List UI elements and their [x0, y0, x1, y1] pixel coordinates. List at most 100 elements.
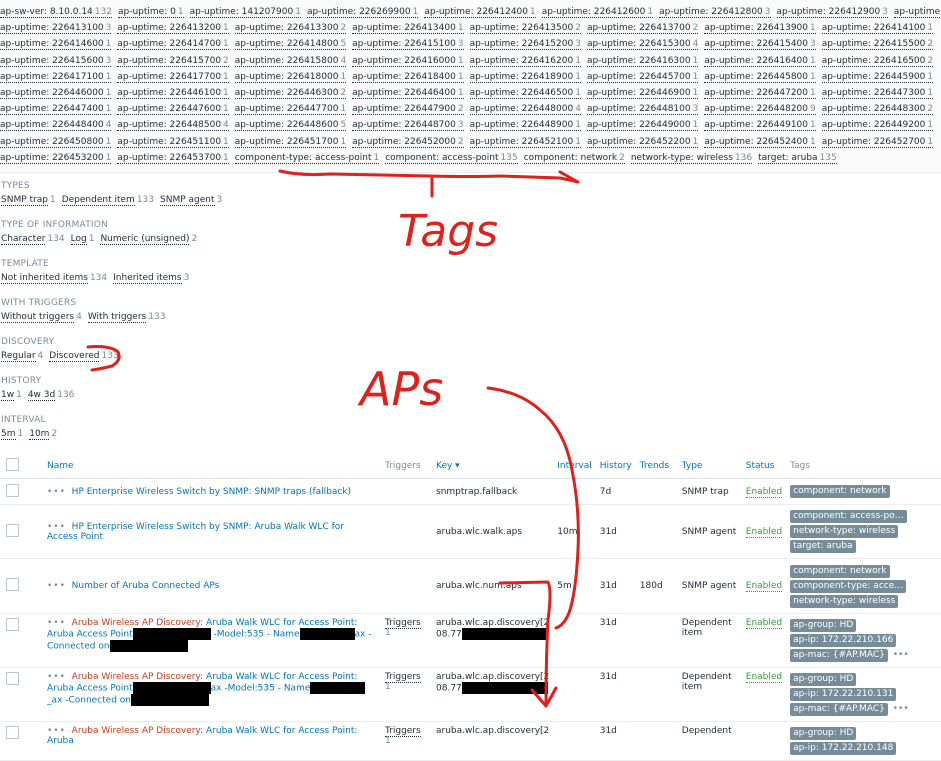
tag-badge[interactable]: network-type: wireless — [790, 594, 899, 608]
filter-option-label[interactable]: Character — [1, 233, 46, 245]
more-tags-icon[interactable]: ••• — [893, 650, 909, 660]
tag-filter-link[interactable]: ap-uptime: 226415300 4 — [586, 39, 699, 51]
filter-option[interactable]: SNMP agent 3 — [160, 194, 222, 206]
tag-filter-link[interactable]: ap-uptime: 226415800 4 — [234, 55, 347, 67]
row-checkbox[interactable] — [6, 523, 19, 537]
filter-option[interactable]: Not inherited items 134 — [1, 272, 107, 284]
tag-filter-link[interactable]: ap-uptime: 226448100 3 — [586, 104, 699, 116]
tag-filter-link[interactable]: ap-uptime: 226447200 1 — [704, 87, 816, 99]
tag-badge[interactable]: component: network — [790, 485, 890, 498]
tag-filter-link[interactable]: ap-uptime: 226414600 1 — [0, 39, 112, 51]
more-actions-icon[interactable]: ••• — [47, 726, 66, 736]
tag-filter-link[interactable]: ap-uptime: 226450800 1 — [0, 136, 112, 148]
column-trends[interactable]: Trends — [635, 454, 678, 479]
item-name-link[interactable]: Aruba Walk WLC for Access Point: — [206, 618, 357, 628]
tag-filter-link[interactable]: ap-uptime: 226446300 2 — [234, 87, 347, 99]
tag-filter-link[interactable]: ap-uptime: 226418900 1 — [469, 71, 581, 83]
tag-filter-link[interactable]: ap-uptime: 226452700 1 — [821, 136, 934, 148]
item-parent-link[interactable]: HP Enterprise Wireless Switch by SNMP: — [72, 522, 252, 532]
filter-option[interactable]: Dependent item 133 — [61, 194, 154, 206]
tag-filter-link[interactable]: ap-uptime: 226449200 1 — [821, 120, 934, 132]
tag-filter-link[interactable]: component-type: access-point 1 — [234, 152, 380, 164]
more-tags-icon[interactable]: ••• — [893, 704, 909, 714]
filter-option-label[interactable]: Inherited items — [113, 272, 182, 284]
filter-option-label[interactable]: Dependent item — [61, 194, 135, 206]
tag-filter-link[interactable]: ap-uptime: 226445900 1 — [821, 71, 934, 83]
tag-filter-link[interactable]: ap-uptime: 226446100 1 — [117, 87, 229, 99]
tag-filter-link[interactable]: ap-uptime: 226448600 5 — [234, 120, 347, 132]
tag-badge[interactable]: ap-ip: 172.22.210.131 — [790, 688, 897, 701]
row-checkbox[interactable] — [6, 726, 19, 739]
status-toggle[interactable]: Enabled — [745, 486, 783, 498]
filter-option-label[interactable]: 5m — [1, 428, 16, 440]
more-actions-icon[interactable]: ••• — [47, 672, 66, 682]
select-all-checkbox[interactable] — [6, 458, 19, 471]
row-select-cell[interactable] — [0, 504, 43, 559]
tag-filter-link[interactable]: ap-uptime: 226413400 1 — [352, 23, 464, 35]
tag-badge[interactable]: ap-ip: 172.22.210.148 — [790, 742, 897, 755]
tag-filter-link[interactable]: ap-uptime: 226416000 1 — [352, 55, 464, 67]
tag-filter-link[interactable]: ap-uptime: 01 — [117, 7, 184, 18]
tag-badge[interactable]: target: aruba — [790, 540, 856, 553]
filter-option[interactable]: Discovered 133 — [49, 350, 119, 362]
row-select-cell[interactable] — [0, 613, 43, 668]
filter-option-label[interactable]: With triggers — [87, 311, 147, 323]
more-actions-icon[interactable]: ••• — [47, 522, 66, 532]
tag-filter-link[interactable]: ap-uptime: 226447300 1 — [821, 87, 934, 99]
filter-option[interactable]: Numeric (unsigned) 2 — [100, 233, 197, 245]
status-toggle[interactable]: Enabled — [745, 526, 783, 538]
column-type[interactable]: Type — [677, 454, 742, 479]
row-select-cell[interactable] — [0, 667, 43, 722]
tag-filter-link[interactable]: ap-uptime: 226413100 3 — [0, 23, 112, 35]
tag-badge[interactable]: ap-mac: {#AP.MAC} — [790, 649, 888, 662]
tag-filter-link[interactable]: ap-uptime: 226452200 1 — [586, 136, 699, 148]
row-select-cell[interactable] — [0, 478, 43, 505]
tag-filter-link[interactable]: ap-uptime: 226415400 3 — [704, 39, 816, 51]
item-name-link[interactable]: Aruba Walk WLC for Access Point: — [206, 672, 357, 682]
filter-option-label[interactable]: Not inherited items — [1, 272, 88, 284]
tag-filter-link[interactable]: ap-sw-ver: 8.10.0.14 132 — [0, 7, 112, 18]
tag-filter-link[interactable]: ap-uptime: 226415100 3 — [352, 39, 464, 51]
tag-filter-link[interactable]: ap-uptime: 226417100 1 — [0, 71, 112, 83]
status-toggle[interactable]: Enabled — [745, 581, 783, 592]
tag-filter-link[interactable]: ap-uptime: 226414800 5 — [234, 39, 347, 51]
tag-filter-link[interactable]: ap-uptime: 226448500 4 — [117, 120, 229, 132]
item-parent-link[interactable]: Aruba Wireless AP Discovery: — [72, 672, 203, 682]
filter-option[interactable]: 10m 2 — [29, 428, 57, 440]
filter-option[interactable]: Character 134 — [1, 233, 65, 245]
filter-option[interactable]: Inherited items 3 — [113, 272, 189, 284]
tag-filter-link[interactable]: ap-uptime: 226452000 2 — [352, 136, 464, 148]
tag-filter-link[interactable]: ap-uptime: 226412400 1 — [424, 7, 536, 18]
filter-option[interactable]: 4w 3d 136 — [27, 389, 74, 401]
item-name-model[interactable]: ax -Model:535 - Name — [211, 684, 311, 694]
tag-filter-link[interactable]: ap-uptime: 226449000 1 — [586, 120, 699, 132]
tag-badge[interactable]: ap-ip: 172.22.210.166 — [790, 634, 897, 647]
filter-option-label[interactable]: Log — [70, 233, 87, 245]
column-name[interactable]: Name — [43, 454, 381, 479]
tag-filter-link[interactable]: ap-uptime: 226414700 1 — [117, 39, 229, 51]
tag-filter-link[interactable]: ap-uptime: 226446000 1 — [0, 87, 112, 99]
tag-filter-link[interactable]: ap-uptime: 226412800 3 — [659, 7, 771, 18]
filter-option-label[interactable]: 1w — [1, 389, 15, 401]
row-checkbox[interactable] — [6, 578, 19, 591]
filter-option-label[interactable]: Discovered — [49, 350, 100, 362]
item-name-suffix[interactable]: _ax -Connected on — [47, 696, 131, 706]
tag-filter-link[interactable]: ap-uptime: 226413700 2 — [586, 23, 699, 35]
tag-filter-link[interactable]: ap-uptime: 226452100 1 — [469, 136, 581, 148]
tag-filter-link[interactable]: ap-uptime: 226448400 4 — [0, 120, 112, 132]
tag-filter-link[interactable]: ap-uptime: 226412900 3 — [776, 7, 888, 18]
filter-option-label[interactable]: Numeric (unsigned) — [100, 233, 190, 245]
tag-filter-link[interactable]: ap-uptime: 226446900 1 — [586, 87, 699, 99]
column-status[interactable]: Status — [741, 454, 787, 479]
tag-filter-link[interactable]: ap-uptime: 226446500 1 — [469, 87, 581, 99]
item-name-link[interactable]: Number of Aruba Connected APs — [72, 581, 220, 591]
tag-badge[interactable]: component: network — [790, 564, 890, 578]
tag-filter-link[interactable]: ap-uptime: 226413500 2 — [469, 23, 581, 35]
column-history[interactable]: History — [595, 454, 636, 479]
tag-filter-link[interactable]: ap-uptime: 226416400 1 — [704, 55, 816, 67]
filter-option-label[interactable]: SNMP trap — [1, 194, 48, 206]
tag-filter-link[interactable]: ap-uptime: 226445800 1 — [704, 71, 816, 83]
filter-option-label[interactable]: Without triggers — [1, 311, 75, 323]
column-key[interactable]: Key ▾ — [432, 454, 554, 479]
item-name-link[interactable]: SNMP traps (fallback) — [254, 487, 351, 497]
